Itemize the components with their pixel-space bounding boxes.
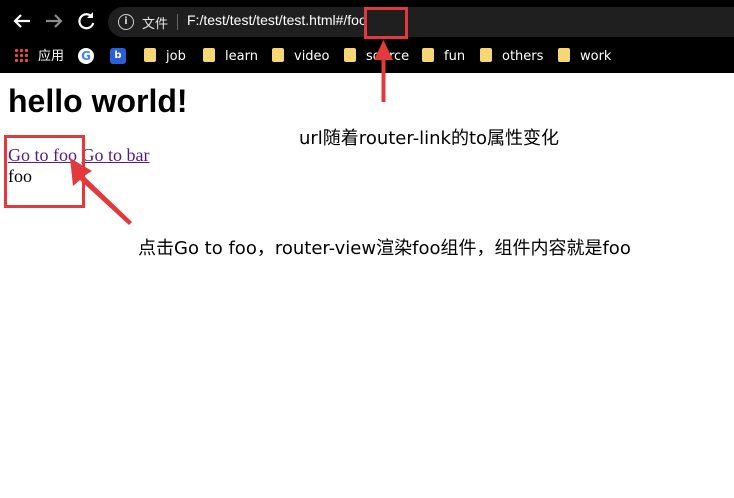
folder-icon [480,48,492,62]
bookmark-label: work [580,49,612,64]
apps-grid-icon [14,48,28,62]
url-path: F:/test/test/test/test.html# [187,12,344,28]
reload-button[interactable] [74,9,98,33]
folder-icon [422,48,434,62]
url-highlight-box [364,7,408,39]
reload-icon [78,12,95,30]
bookmark-work[interactable]: work [558,48,611,66]
bookmark-label: others [502,49,544,64]
folder-icon [558,48,570,62]
page-title: hello world! [8,83,188,119]
bookmark-job[interactable]: job [144,48,186,66]
bookmark-baidu[interactable]: b [110,48,126,66]
address-bar[interactable]: i 文件 F:/test/test/test/test.html#/foo [108,7,734,37]
back-button[interactable] [10,9,34,33]
url-annotation: url随着router-link的to属性变化 [299,128,560,149]
bookmark-others[interactable]: others [480,48,543,66]
folder-icon [203,48,215,62]
info-icon[interactable]: i [118,14,134,30]
bookmark-fun[interactable]: fun [422,48,465,66]
bookmark-label: job [166,49,186,64]
google-icon: G [78,48,94,64]
divider [177,14,178,30]
arrow-right-icon [46,14,63,28]
bookmark-google[interactable]: G [78,48,94,66]
click-annotation: 点击Go to foo，router-view渲染foo组件，组件内容就是foo [138,238,631,259]
bookmark-video[interactable]: video [272,48,330,66]
bookmark-label: fun [444,49,466,64]
link-highlight-box [4,135,85,208]
bookmark-label: 应用 [38,49,65,64]
file-scheme-label: 文件 [142,17,169,32]
link-go-to-bar[interactable]: Go to bar [82,145,150,165]
forward-button[interactable] [42,9,66,33]
url-text[interactable]: F:/test/test/test/test.html#/foo [187,12,367,28]
bookmark-source[interactable]: source [344,48,409,66]
folder-icon [272,48,284,62]
bookmark-label: learn [225,49,258,64]
bookmarks-bar: 应用 G b job learn video source fun others… [0,42,734,73]
bookmark-learn[interactable]: learn [203,48,258,66]
bookmark-label: source [366,49,410,64]
baidu-icon: b [110,48,126,64]
folder-icon [144,48,156,62]
bookmark-label: video [294,49,330,64]
arrow-left-icon [13,14,30,28]
folder-icon [344,48,356,62]
bookmark-apps[interactable]: 应用 [14,48,64,66]
